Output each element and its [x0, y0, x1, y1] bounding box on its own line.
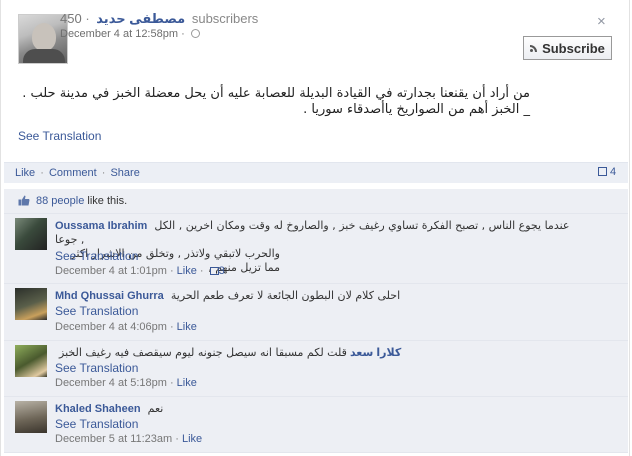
commenter-avatar[interactable] [15, 401, 47, 433]
comment-body: Khaled Shaheen نعم [55, 402, 595, 416]
likes-suffix: like this. [87, 195, 128, 207]
action-separator: · [40, 167, 44, 179]
post-text-line-2: _ الخبز أهم من الصواريخ ياأصدقاء سوريا . [303, 102, 530, 117]
commenter-name[interactable]: كلارا سعد [350, 347, 401, 359]
comment-like-link[interactable]: Like [177, 377, 197, 389]
comment-meta: December 4 at 1:01pm · Like · 3 [55, 265, 225, 277]
name-separator: · [85, 11, 90, 26]
comment-like-link[interactable]: Like [177, 265, 197, 277]
comment-meta: December 4 at 4:06pm · Like [55, 321, 197, 333]
comment-item: كلارا سعد قلت لكم مسبقا انه سيصل جنونه ل… [4, 340, 628, 396]
comment-like-count[interactable]: 3 [219, 265, 225, 277]
comment-meta: December 5 at 11:23am · Like [55, 433, 203, 445]
commenter-avatar[interactable] [15, 288, 47, 320]
see-translation-link[interactable]: See Translation [55, 249, 138, 263]
comment-item: Oussama Ibrahim عندما يجوع الناس , تصبح … [4, 213, 628, 283]
thumbs-up-icon [18, 195, 30, 206]
likers-link[interactable]: 88 people [36, 195, 84, 207]
commenter-name[interactable]: Khaled Shaheen [55, 403, 141, 415]
likes-summary: 88 people like this. [4, 188, 628, 213]
comment-text-line-1: قلت لكم مسبقا انه سيصل جنونه ليوم سيقصف … [59, 346, 347, 359]
comment-count-value: 4 [610, 166, 617, 178]
post-timestamp[interactable]: December 4 at 12:58pm [60, 28, 178, 40]
share-link[interactable]: Share [110, 167, 139, 179]
author-line: 450 · مصطفى حديد subscribers [60, 11, 258, 27]
thumbs-up-icon [209, 267, 219, 275]
bottom-divider [4, 452, 628, 453]
subscribers-label: subscribers [191, 11, 259, 26]
comment-timestamp[interactable]: December 5 at 11:23am [55, 433, 172, 445]
comment-timestamp[interactable]: December 4 at 5:18pm [55, 377, 167, 389]
comment-timestamp[interactable]: December 4 at 4:06pm [55, 321, 167, 333]
comment-text-line-1: نعم [147, 402, 164, 415]
see-translation-link[interactable]: See Translation [55, 361, 138, 375]
action-bar: Like · Comment · Share 4 [4, 162, 628, 183]
comment-text-line-1: احلى كلام لان البطون الجائعة لا تعرف طعم… [170, 289, 401, 302]
globe-icon [190, 29, 200, 38]
comment-item: Mhd Qhussai Ghurra احلى كلام لان البطون … [4, 283, 628, 340]
comment-body: Mhd Qhussai Ghurra احلى كلام لان البطون … [55, 289, 595, 303]
subscribe-label: Subscribe [542, 40, 605, 56]
action-separator: · [101, 167, 106, 179]
comment-timestamp[interactable]: December 4 at 1:01pm [55, 265, 167, 277]
timestamp-separator: · [181, 28, 185, 40]
post-text-line-1: من أراد أن يقنعنا بجدارته في القيادة الب… [22, 86, 530, 101]
post-body: من أراد أن يقنعنا بجدارته في القيادة الب… [18, 86, 530, 118]
comment-count[interactable]: 4 [598, 166, 616, 178]
post-timestamp-line: December 4 at 12:58pm · [60, 28, 200, 40]
like-link[interactable]: Like [15, 167, 35, 179]
avatar-face [32, 23, 56, 51]
comment-like-link[interactable]: Like [177, 321, 197, 333]
comment-like-link[interactable]: Like [182, 433, 202, 445]
subscribe-button[interactable]: Subscribe [523, 36, 612, 60]
comment-item: Khaled Shaheen نعم See Translation Decem… [4, 396, 628, 452]
see-translation-link[interactable]: See Translation [55, 304, 138, 318]
comment-meta: December 4 at 5:18pm · Like [55, 377, 197, 389]
post-container: × 450 · مصطفى حديد subscribers December … [0, 0, 630, 456]
commenter-avatar[interactable] [15, 345, 47, 377]
commenter-name[interactable]: Mhd Qhussai Ghurra [55, 290, 164, 302]
comment-link[interactable]: Comment [49, 167, 97, 179]
avatar-shirt [23, 49, 65, 63]
comment-bubble-icon [598, 167, 607, 176]
see-translation-link[interactable]: See Translation [55, 417, 138, 431]
commenter-avatar[interactable] [15, 218, 47, 250]
author-name[interactable]: مصطفى حديد [96, 11, 185, 26]
rss-icon [530, 44, 538, 52]
see-translation-link[interactable]: See Translation [18, 129, 101, 143]
close-icon[interactable]: × [597, 14, 606, 29]
comment-body: كلارا سعد قلت لكم مسبقا انه سيصل جنونه ل… [55, 346, 595, 360]
subscriber-count: 450 [60, 11, 82, 26]
commenter-name[interactable]: Oussama Ibrahim [55, 220, 147, 232]
